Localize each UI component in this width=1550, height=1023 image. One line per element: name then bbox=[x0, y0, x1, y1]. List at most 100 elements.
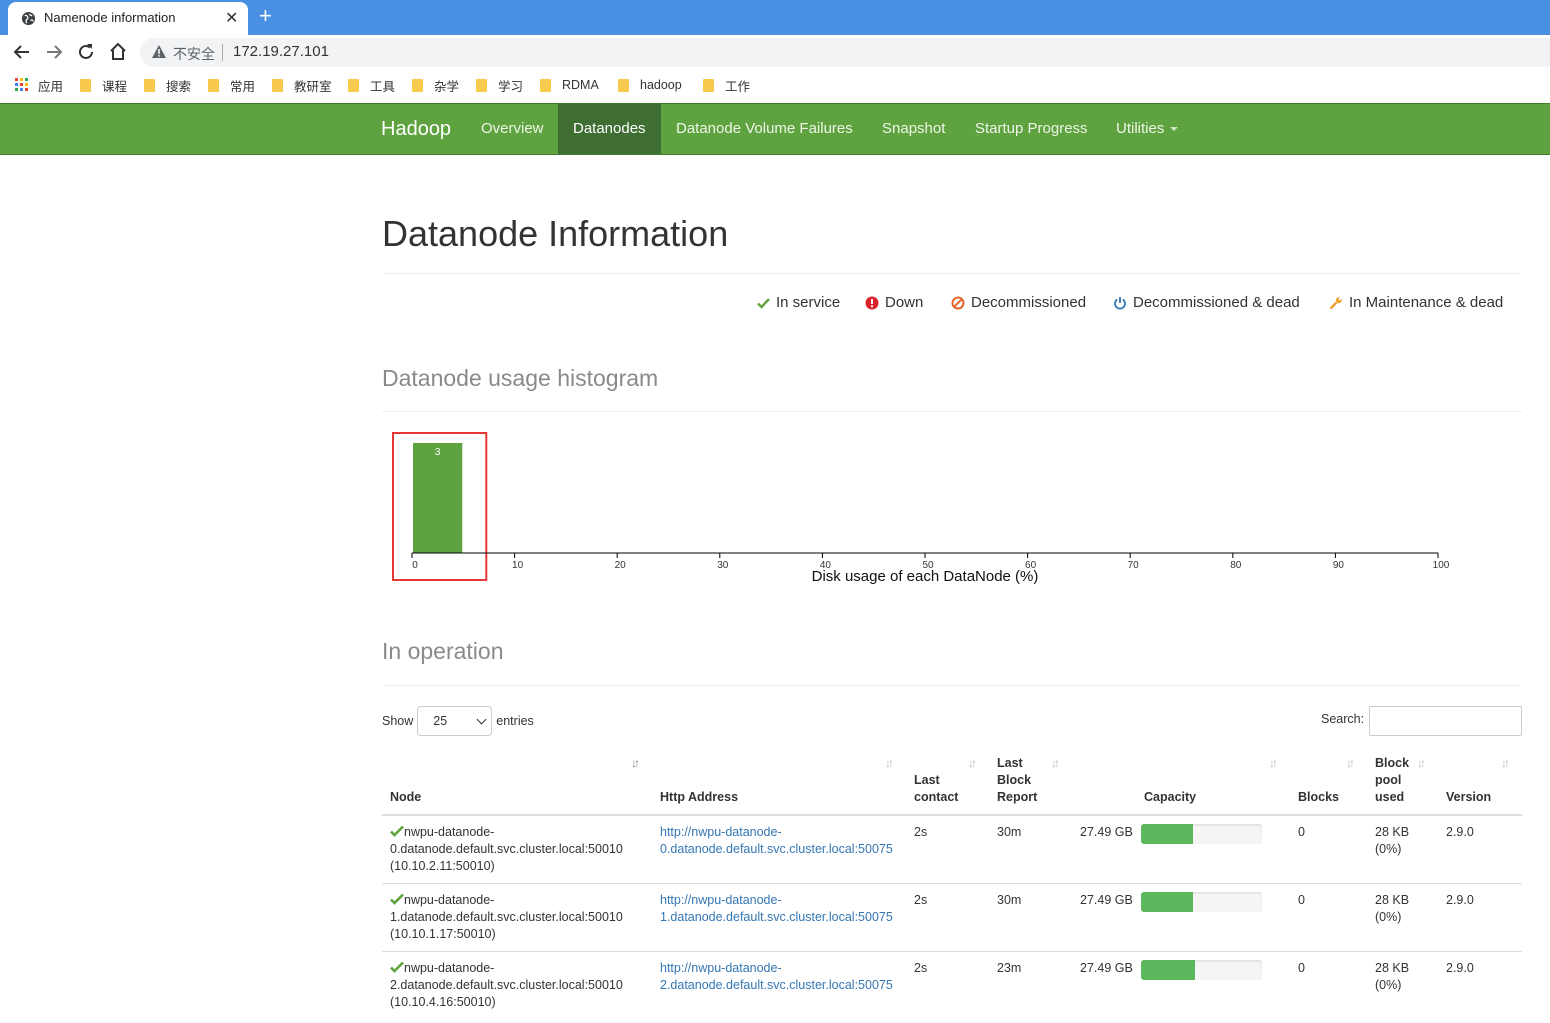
http-address-link[interactable]: 0.datanode.default.svc.cluster.local:500… bbox=[660, 841, 893, 858]
tab-close-icon[interactable]: ✕ bbox=[225, 8, 238, 28]
legend-maintenance-dead: In Maintenance & dead bbox=[1329, 294, 1503, 311]
bookmark-folder[interactable]: 课程 bbox=[80, 76, 127, 94]
last-contact: 2s bbox=[914, 893, 928, 907]
search-input[interactable] bbox=[1369, 706, 1522, 736]
th-http-address[interactable]: Http Address bbox=[660, 789, 738, 806]
bookmark-apps[interactable]: 应用 bbox=[15, 76, 63, 94]
bookmark-label: 常用 bbox=[230, 79, 256, 94]
home-icon[interactable] bbox=[106, 40, 130, 64]
legend-label: Decommissioned bbox=[971, 294, 1087, 311]
page-title: Datanode Information bbox=[382, 213, 729, 254]
bookmarks-bar: 应用 课程 搜索 常用 教研室 工具 杂学 学习 RDMA hadoop 工作 bbox=[0, 69, 1550, 101]
browser-toolbar: 不安全 172.19.27.101 bbox=[0, 35, 1550, 69]
th-last-contact-2[interactable]: contact bbox=[914, 789, 958, 806]
th-block-pool-3[interactable]: used bbox=[1375, 789, 1404, 806]
caret-down-icon bbox=[1170, 127, 1179, 132]
sort-icon[interactable]: ↓↑ bbox=[1501, 756, 1510, 770]
folder-icon bbox=[80, 78, 91, 92]
nav-startup-progress[interactable]: Startup Progress bbox=[960, 104, 1103, 154]
histogram-bar-label: 3 bbox=[435, 447, 441, 458]
version: 2.9.0 bbox=[1446, 893, 1474, 907]
brand-logo[interactable]: Hadoop bbox=[381, 118, 451, 141]
nav-overview[interactable]: Overview bbox=[466, 104, 559, 154]
blocks-count: 0 bbox=[1298, 825, 1305, 839]
sort-icon[interactable]: ↓↑ bbox=[1417, 756, 1426, 770]
http-address-link[interactable]: 2.datanode.default.svc.cluster.local:500… bbox=[660, 977, 893, 994]
usage-histogram-chart: 30 10 20 30 40 50 60 70 80 90 100Disk usage of eac… bbox=[392, 432, 1450, 585]
bookmark-folder[interactable]: 常用 bbox=[208, 76, 255, 94]
th-node[interactable]: Node bbox=[390, 789, 421, 806]
address-bar[interactable]: 不安全 172.19.27.101 bbox=[140, 38, 1550, 67]
sort-icon[interactable]: ↓↑ bbox=[1051, 756, 1060, 770]
bookmark-folder[interactable]: 工作 bbox=[703, 76, 750, 94]
legend-decommissioned: Decommissioned bbox=[951, 294, 1086, 311]
reload-icon[interactable] bbox=[74, 40, 98, 64]
http-address-link[interactable]: http://nwpu-datanode- bbox=[660, 892, 782, 909]
entries-label: entries bbox=[496, 714, 534, 728]
bookmark-folder[interactable]: RDMA bbox=[540, 76, 599, 94]
insecure-label: 不安全 bbox=[173, 46, 215, 62]
block-pool-used-pct: (0%) bbox=[1375, 910, 1402, 924]
last-contact: 2s bbox=[914, 825, 928, 839]
nav-utilities-label: Utilities bbox=[1116, 120, 1165, 137]
browser-tab[interactable]: Namenode information ✕ bbox=[8, 2, 248, 35]
capacity-progress-fill bbox=[1141, 892, 1194, 912]
sort-icon[interactable]: ↓↑ bbox=[1346, 756, 1355, 770]
th-last-block-report-2[interactable]: Block bbox=[997, 772, 1031, 789]
sort-icon[interactable]: ↓↑ bbox=[968, 756, 977, 770]
sort-asc-icon[interactable]: ↓↑ bbox=[631, 756, 640, 770]
block-pool-used-pct: (0%) bbox=[1375, 842, 1402, 856]
capacity-progress-bar bbox=[1141, 960, 1262, 980]
new-tab-button[interactable]: + bbox=[259, 3, 272, 29]
bookmark-folder[interactable]: 搜索 bbox=[144, 76, 191, 94]
th-blocks[interactable]: Blocks bbox=[1298, 789, 1339, 806]
nav-snapshot[interactable]: Snapshot bbox=[867, 104, 960, 154]
bookmark-folder[interactable]: hadoop bbox=[618, 76, 682, 94]
entries-select[interactable]: 25 bbox=[417, 706, 493, 736]
row-divider bbox=[382, 883, 1522, 884]
bookmark-folder[interactable]: 学习 bbox=[476, 76, 523, 94]
power-icon bbox=[1114, 296, 1126, 309]
histogram-title: Datanode usage histogram bbox=[382, 365, 659, 391]
entries-value: 25 bbox=[433, 714, 448, 728]
folder-icon bbox=[348, 78, 359, 92]
x-tick-label: 70 bbox=[1128, 560, 1140, 571]
nav-datanodes[interactable]: Datanodes bbox=[558, 104, 661, 154]
apps-grid-icon bbox=[15, 78, 29, 92]
forward-arrow-icon[interactable] bbox=[42, 40, 66, 64]
th-last-contact-1[interactable]: Last bbox=[914, 772, 940, 789]
nav-volume-failures[interactable]: Datanode Volume Failures bbox=[661, 104, 868, 154]
url-text[interactable]: 172.19.27.101 bbox=[233, 43, 329, 60]
node-name-line2: 0.datanode.default.svc.cluster.local:500… bbox=[390, 842, 623, 856]
back-arrow-icon[interactable] bbox=[10, 40, 34, 64]
sort-icon[interactable]: ↓↑ bbox=[885, 756, 894, 770]
th-block-pool-1[interactable]: Block bbox=[1375, 755, 1409, 772]
th-last-block-report-1[interactable]: Last bbox=[997, 755, 1023, 772]
nav-utilities[interactable]: Utilities bbox=[1101, 104, 1193, 154]
table-header-divider bbox=[382, 814, 1522, 816]
th-last-block-report-3[interactable]: Report bbox=[997, 789, 1037, 806]
th-version[interactable]: Version bbox=[1446, 789, 1491, 806]
capacity-value: 27.49 GB bbox=[1080, 893, 1133, 907]
x-tick-label: 30 bbox=[717, 560, 729, 571]
http-address-link[interactable]: http://nwpu-datanode- bbox=[660, 960, 782, 977]
sort-icon[interactable]: ↓↑ bbox=[1269, 756, 1278, 770]
http-address-link[interactable]: 1.datanode.default.svc.cluster.local:500… bbox=[660, 909, 893, 926]
search-label: Search: bbox=[1321, 712, 1365, 726]
node-address: (10.10.4.16:50010) bbox=[390, 995, 496, 1009]
bookmark-folder[interactable]: 杂学 bbox=[412, 76, 459, 94]
th-block-pool-2[interactable]: pool bbox=[1375, 772, 1401, 789]
blocks-count: 0 bbox=[1298, 893, 1305, 907]
block-pool-used: 28 KB bbox=[1375, 893, 1410, 907]
last-block-report: 23m bbox=[997, 961, 1022, 975]
node-name-line1: nwpu-datanode- bbox=[404, 961, 495, 975]
show-label: Show bbox=[382, 714, 414, 728]
bookmark-folder[interactable]: 工具 bbox=[348, 76, 395, 94]
bookmark-folder[interactable]: 教研室 bbox=[272, 76, 332, 94]
ban-icon bbox=[951, 296, 965, 309]
last-block-report: 30m bbox=[997, 893, 1022, 907]
th-capacity[interactable]: Capacity bbox=[1144, 789, 1196, 806]
http-address-link[interactable]: http://nwpu-datanode- bbox=[660, 824, 782, 841]
last-block-report: 30m bbox=[997, 825, 1022, 839]
bookmark-label: 学习 bbox=[498, 79, 524, 94]
